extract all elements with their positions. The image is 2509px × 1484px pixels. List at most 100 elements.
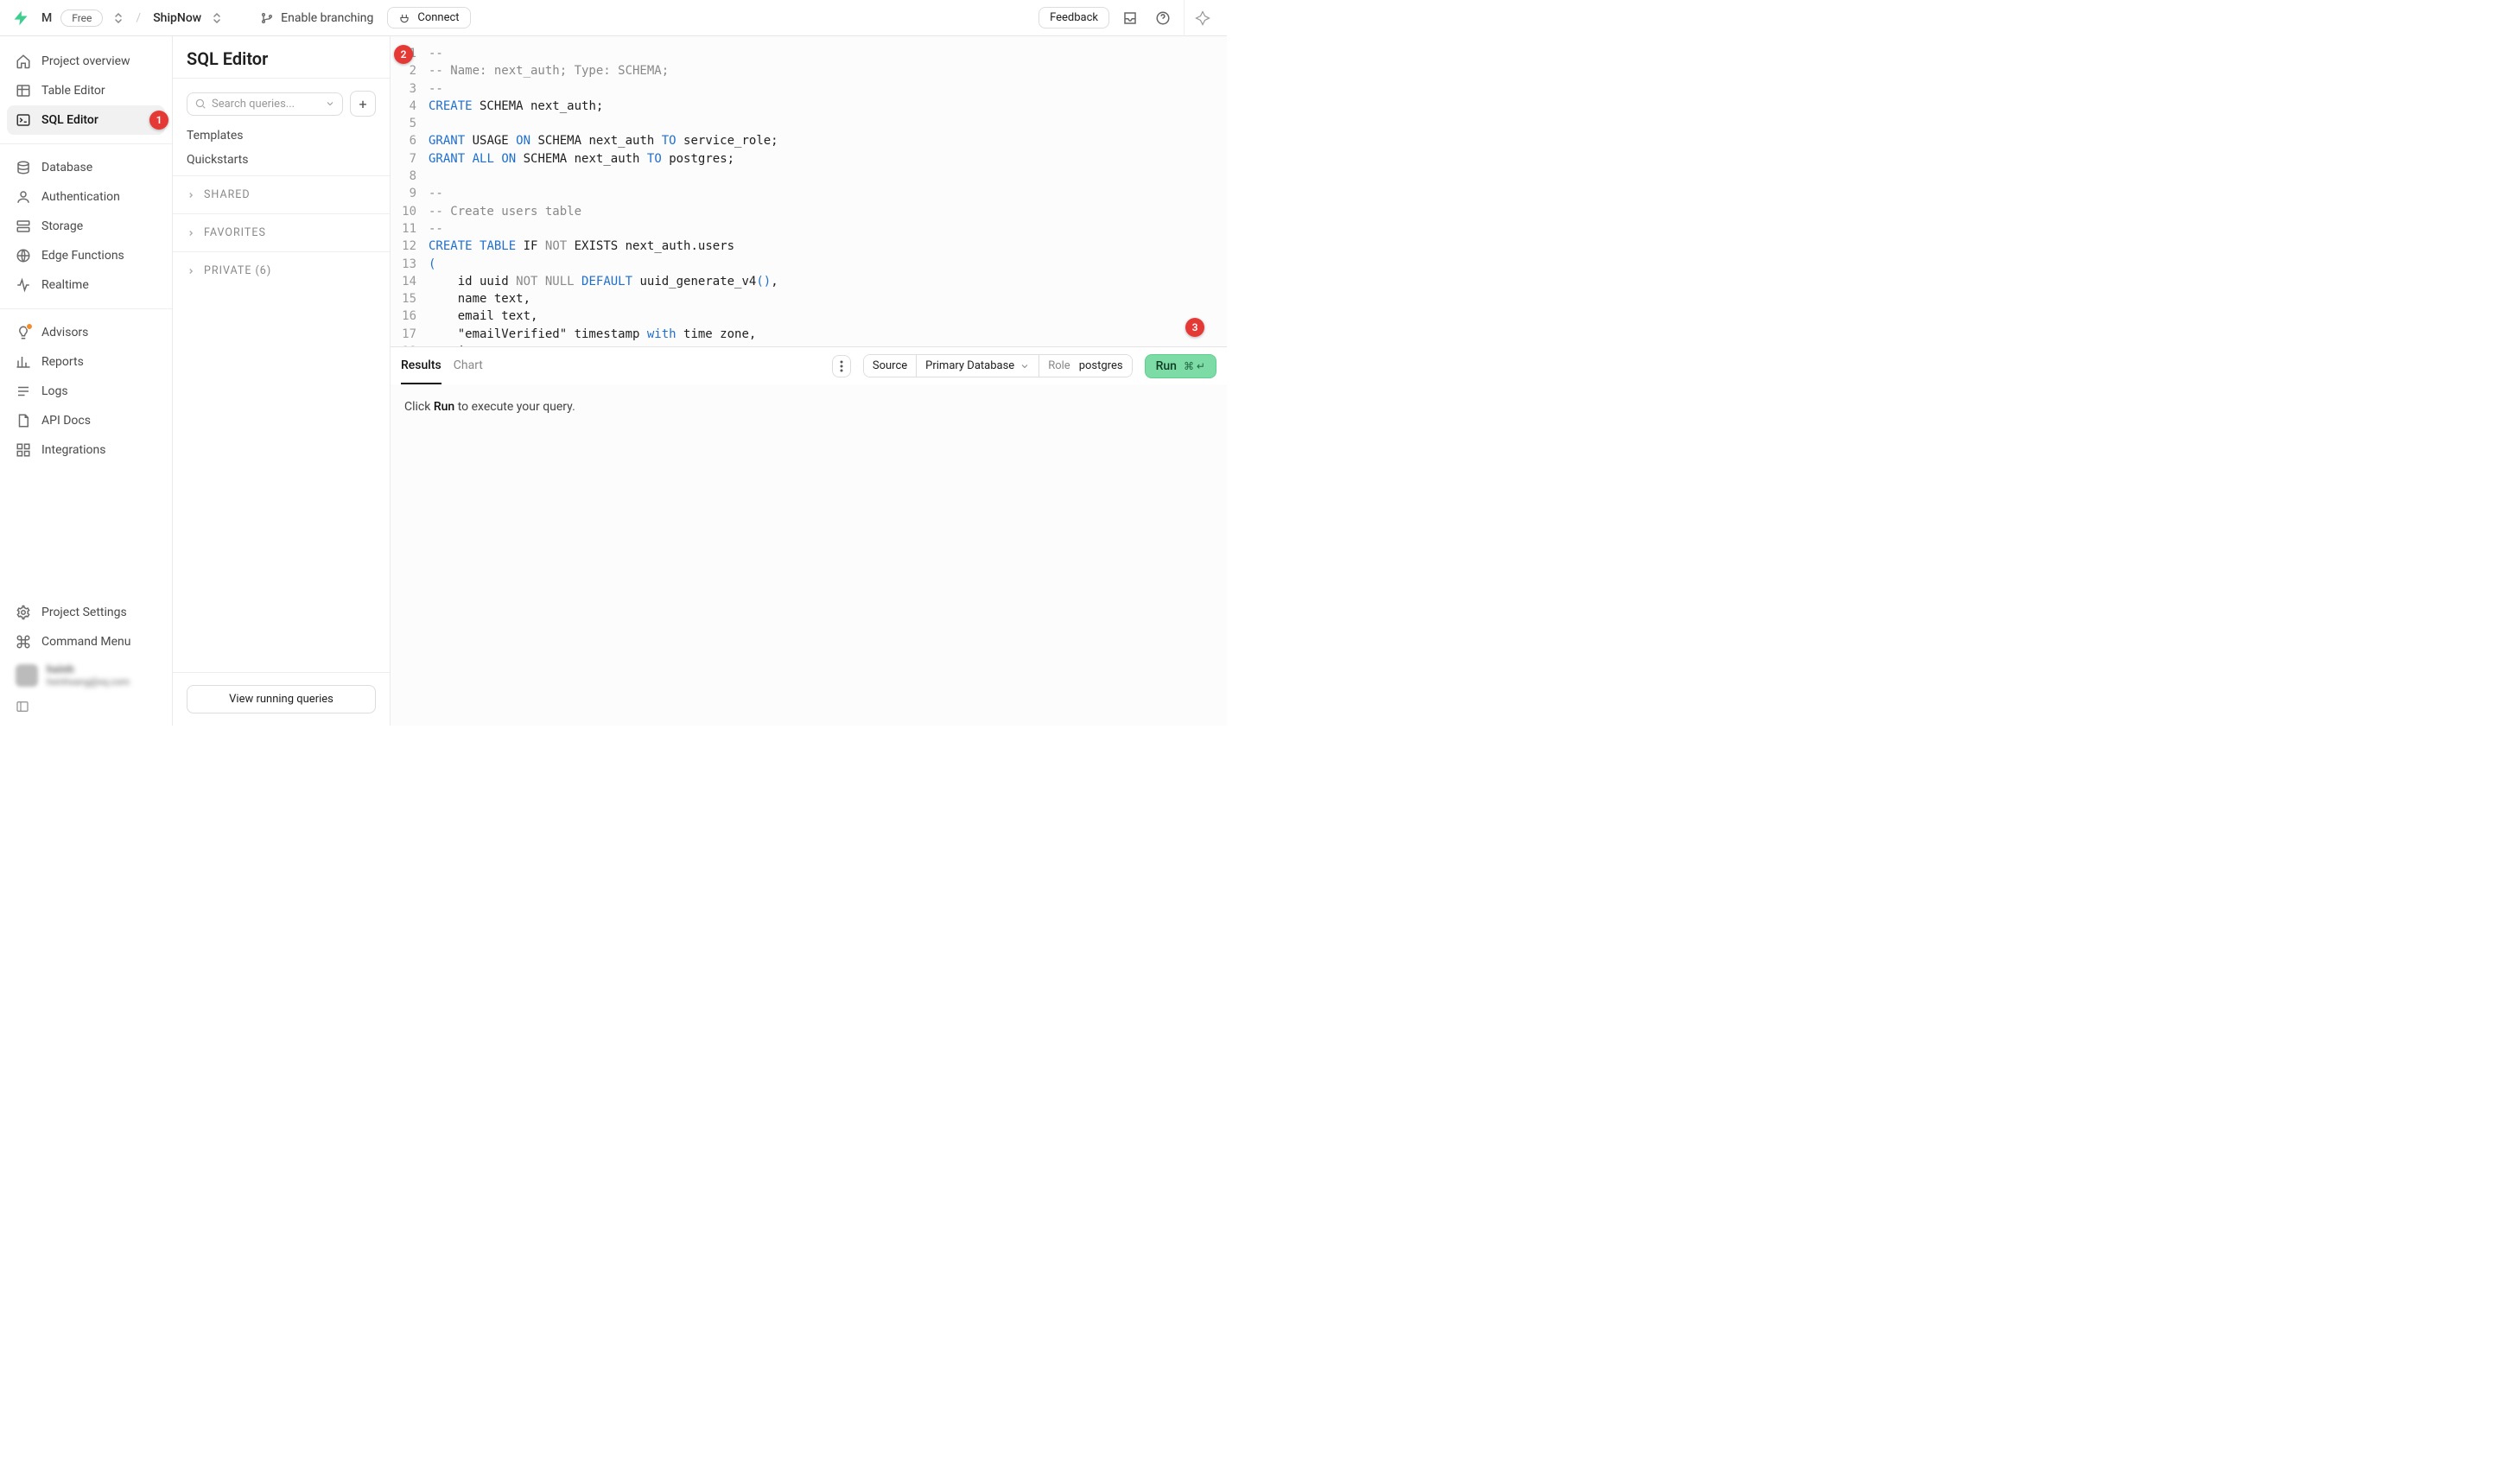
storage-icon <box>16 219 31 234</box>
project-switch-chevron-icon[interactable] <box>212 12 222 24</box>
code-line[interactable]: 14 id uuid NOT NULL DEFAULT uuid_generat… <box>391 273 1213 290</box>
code-line[interactable]: 10-- Create users table <box>391 203 1213 220</box>
code-line[interactable]: 12CREATE TABLE IF NOT EXISTS next_auth.u… <box>391 238 1213 255</box>
source-selector: Source Primary Database Role postgres <box>863 354 1133 377</box>
nav-project-settings[interactable]: Project Settings <box>7 598 165 627</box>
templates-link[interactable]: Templates <box>187 129 376 143</box>
line-number: 7 <box>391 150 429 168</box>
chevron-right-icon <box>187 229 195 238</box>
project-name[interactable]: ShipNow <box>153 11 201 25</box>
code-text: -- <box>429 220 443 238</box>
database-icon <box>16 160 31 175</box>
code-line[interactable]: 17 "emailVerified" timestamp with time z… <box>391 326 1213 343</box>
nav-label: Project overview <box>41 54 130 68</box>
line-number: 8 <box>391 168 429 185</box>
search-queries-input[interactable]: Search queries... <box>187 92 343 116</box>
code-line[interactable]: 4CREATE SCHEMA next_auth; <box>391 98 1213 115</box>
code-line[interactable]: 8 <box>391 168 1213 185</box>
functions-icon <box>16 248 31 263</box>
nav-label: Reports <box>41 355 84 369</box>
nav-command-menu[interactable]: Command Menu <box>7 627 165 656</box>
nav-edge-functions[interactable]: Edge Functions <box>7 241 165 270</box>
line-number: 6 <box>391 132 429 149</box>
code-line[interactable]: 13( <box>391 256 1213 273</box>
help-icon[interactable] <box>1151 6 1175 30</box>
code-line[interactable]: 16 email text, <box>391 308 1213 325</box>
code-text: -- <box>429 80 443 98</box>
plan-pill[interactable]: Free <box>60 10 103 27</box>
code-editor[interactable]: 2 1--2-- Name: next_auth; Type: SCHEMA;3… <box>391 36 1227 346</box>
editor-area: 2 1--2-- Name: next_auth; Type: SCHEMA;3… <box>391 36 1227 726</box>
line-number: 3 <box>391 80 429 98</box>
user-text: hxinh hxinhxang@xq.com <box>47 663 130 688</box>
nav-label: Database <box>41 161 92 174</box>
code-line[interactable]: 3-- <box>391 80 1213 98</box>
nav-advisors[interactable]: Advisors <box>7 318 165 347</box>
source-button[interactable]: Source <box>864 355 917 377</box>
code-text: "emailVerified" timestamp with time zone… <box>429 326 756 343</box>
org-letter[interactable]: M <box>41 11 52 25</box>
feedback-button[interactable]: Feedback <box>1039 7 1109 29</box>
tab-results[interactable]: Results <box>401 348 441 384</box>
code-line[interactable]: 15 name text, <box>391 290 1213 308</box>
new-query-button[interactable]: + <box>350 91 376 117</box>
gear-icon <box>16 605 31 620</box>
nav-label: Project Settings <box>41 606 127 619</box>
role-selector[interactable]: Role postgres <box>1039 355 1131 377</box>
integrations-icon <box>16 442 31 458</box>
code-line[interactable]: 5 <box>391 115 1213 132</box>
user-block[interactable]: hxinh hxinhxang@xq.com <box>7 656 165 694</box>
line-number: 5 <box>391 115 429 132</box>
section-shared[interactable]: SHARED <box>173 175 390 213</box>
nav-auth[interactable]: Authentication <box>7 182 165 212</box>
view-running-queries-button[interactable]: View running queries <box>187 685 376 713</box>
branch-icon <box>260 11 274 25</box>
nav-label: Realtime <box>41 278 89 292</box>
nav-reports[interactable]: Reports <box>7 347 165 377</box>
code-line[interactable]: 1-- <box>391 45 1213 62</box>
nav-api-docs[interactable]: API Docs <box>7 406 165 435</box>
nav-table-editor[interactable]: Table Editor <box>7 76 165 105</box>
code-line[interactable]: 2-- Name: next_auth; Type: SCHEMA; <box>391 62 1213 79</box>
plug-icon <box>398 12 410 24</box>
step-badge-1: 1 <box>149 111 168 130</box>
assistant-icon[interactable] <box>1184 0 1220 36</box>
collapse-sidebar-icon[interactable] <box>7 694 165 719</box>
code-line[interactable]: 11-- <box>391 220 1213 238</box>
code-line[interactable]: 6GRANT USAGE ON SCHEMA next_auth TO serv… <box>391 132 1213 149</box>
quickstarts-link[interactable]: Quickstarts <box>187 153 376 167</box>
nav-realtime[interactable]: Realtime <box>7 270 165 300</box>
section-favorites[interactable]: FAVORITES <box>173 213 390 251</box>
run-button[interactable]: Run ⌘ ↵ <box>1145 354 1216 378</box>
nav-label: Command Menu <box>41 635 130 649</box>
chevron-down-icon <box>325 98 335 109</box>
nav-integrations[interactable]: Integrations <box>7 435 165 465</box>
nav-sql-editor[interactable]: SQL Editor 1 <box>7 105 165 135</box>
main-layout: Project overview Table Editor SQL Editor… <box>0 36 1227 726</box>
line-number: 2 <box>391 62 429 79</box>
line-number: 11 <box>391 220 429 238</box>
results-body: Click Run to execute your query. <box>391 384 1227 726</box>
nav-label: Integrations <box>41 443 105 457</box>
code-line[interactable]: 7GRANT ALL ON SCHEMA next_auth TO postgr… <box>391 150 1213 168</box>
connect-button[interactable]: Connect <box>387 7 470 29</box>
nav-database[interactable]: Database <box>7 153 165 182</box>
more-options-button[interactable] <box>832 355 851 377</box>
inbox-icon[interactable] <box>1118 6 1142 30</box>
nav-project-overview[interactable]: Project overview <box>7 47 165 76</box>
tab-chart[interactable]: Chart <box>454 348 483 384</box>
nav-logs[interactable]: Logs <box>7 377 165 406</box>
results-toolbar: Results Chart Source Primary Database Ro… <box>391 346 1227 384</box>
database-selector[interactable]: Primary Database <box>917 355 1039 377</box>
org-switch-chevron-icon[interactable] <box>113 12 124 24</box>
code-text: CREATE TABLE IF NOT EXISTS next_auth.use… <box>429 238 734 255</box>
docs-icon <box>16 413 31 428</box>
line-number: 17 <box>391 326 429 343</box>
enable-branching-button[interactable]: Enable branching <box>255 8 378 29</box>
code-line[interactable]: 9-- <box>391 185 1213 202</box>
line-number: 9 <box>391 185 429 202</box>
nav-storage[interactable]: Storage <box>7 212 165 241</box>
section-private[interactable]: PRIVATE (6) <box>173 251 390 289</box>
realtime-icon <box>16 277 31 293</box>
nav-label: Logs <box>41 384 68 398</box>
